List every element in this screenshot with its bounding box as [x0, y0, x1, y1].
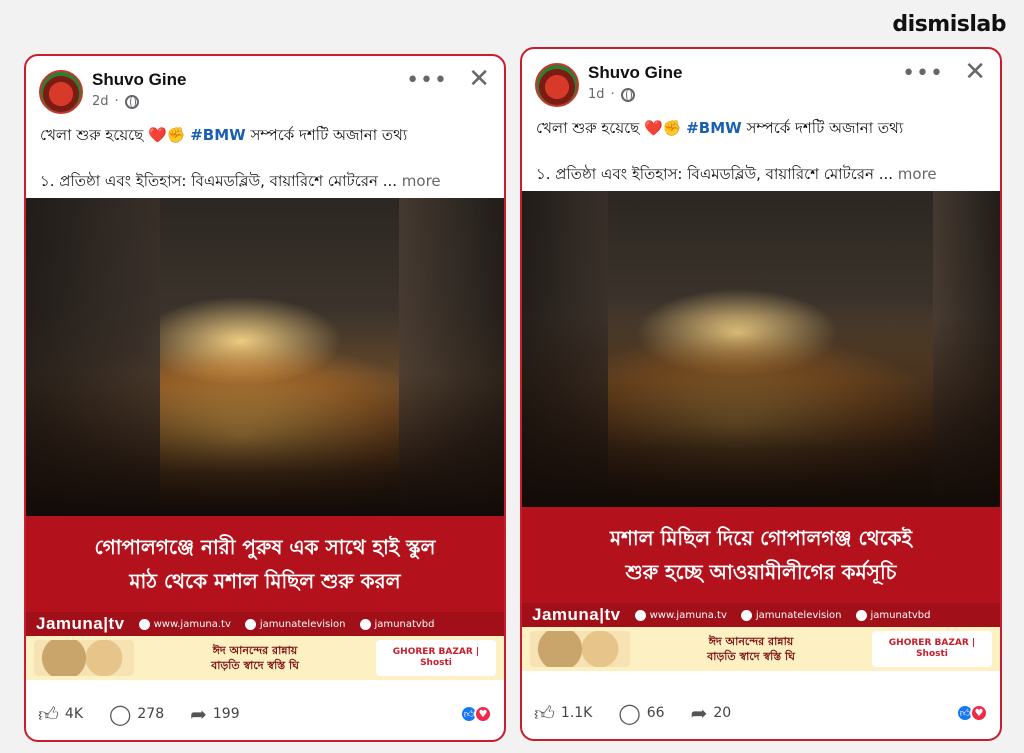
- web-icon: [138, 618, 150, 630]
- reaction-icons[interactable]: 👍︎ ♥: [956, 704, 988, 722]
- post-text-line1: খেলা শুরু হয়েছে ❤️✊ #BMW সম্পর্কে দশটি …: [536, 119, 904, 137]
- share-button[interactable]: ➦ 199: [190, 702, 240, 726]
- share-button[interactable]: ➦ 20: [691, 701, 732, 725]
- post-header: Shuvo Gine 2d · ••• ✕: [26, 56, 504, 120]
- comment-icon: ◯: [618, 701, 641, 725]
- post-header: Shuvo Gine 1d · ••• ✕: [522, 49, 1000, 113]
- time-label[interactable]: 2d: [92, 94, 109, 109]
- web-icon: [634, 609, 646, 621]
- food-image: [34, 640, 134, 676]
- post-time: 2d ·: [92, 94, 139, 109]
- post-text-line2: ১. প্রতিষ্ঠা এবং ইতিহাস: বিএমডব্লিউ, বায…: [536, 165, 937, 183]
- love-reaction-icon: ♥: [474, 705, 492, 723]
- facebook-icon: [740, 609, 752, 621]
- comment-count: 278: [137, 706, 165, 722]
- comment-button[interactable]: ◯ 66: [618, 701, 664, 725]
- hashtag-link[interactable]: #BMW: [686, 119, 741, 137]
- facebook-icon: [244, 618, 256, 630]
- more-options-icon[interactable]: •••: [902, 61, 944, 86]
- like-count: 4K: [64, 706, 83, 722]
- see-more-link[interactable]: more: [898, 165, 937, 183]
- ad-brand-logo: GHORER BAZAR | Shosti: [872, 631, 992, 667]
- news-caption: গোপালগঞ্জে নারী পুরুষ এক সাথে হাই স্কুল …: [26, 516, 504, 612]
- like-button[interactable]: 👍︎ 4K: [38, 702, 83, 727]
- comment-count: 66: [646, 705, 665, 721]
- time-label[interactable]: 1d: [588, 87, 605, 102]
- youtube-icon: [855, 609, 867, 621]
- channel-bar: Jamuna|tv www.jamuna.tv jamunatelevision…: [26, 612, 504, 636]
- post-photo[interactable]: [522, 191, 1000, 507]
- facebook-post-card: Shuvo Gine 1d · ••• ✕ খেলা শুরু হয়েছে ❤…: [520, 47, 1002, 741]
- dismislab-logo: dismislab: [892, 12, 1006, 37]
- reaction-bar: 👍︎ 4K ◯ 278 ➦ 199 👍︎ ♥: [26, 688, 504, 740]
- share-count: 20: [713, 705, 732, 721]
- thumbs-up-icon: 👍︎: [38, 701, 59, 726]
- emoji: ❤️✊: [148, 126, 186, 144]
- news-caption: মশাল মিছিল দিয়ে গোপালগঞ্জ থেকেই শুরু হচ…: [522, 507, 1000, 603]
- like-count: 1.1K: [560, 705, 593, 721]
- youtube-icon: [359, 618, 371, 630]
- author-name[interactable]: Shuvo Gine: [92, 70, 186, 90]
- ad-banner: ঈদ আনন্দের রান্নায় বাড়তি স্বাদে স্বস্ত…: [26, 636, 504, 680]
- see-more-link[interactable]: more: [402, 172, 441, 190]
- post-text-line1: খেলা শুরু হয়েছে ❤️✊ #BMW সম্পর্কে দশটি …: [40, 126, 408, 144]
- ad-banner: ঈদ আনন্দের রান্নায় বাড়তি স্বাদে স্বস্ত…: [522, 627, 1000, 671]
- close-icon[interactable]: ✕: [468, 64, 490, 94]
- globe-icon: [620, 87, 635, 102]
- share-icon: ➦: [190, 702, 207, 726]
- close-icon[interactable]: ✕: [964, 57, 986, 87]
- love-reaction-icon: ♥: [970, 704, 988, 722]
- globe-icon: [124, 94, 139, 109]
- more-options-icon[interactable]: •••: [406, 68, 448, 93]
- avatar[interactable]: [535, 63, 579, 107]
- facebook-post-card: Shuvo Gine 2d · ••• ✕ খেলা শুরু হয়েছে ❤…: [24, 54, 506, 742]
- post-text-line2: ১. প্রতিষ্ঠা এবং ইতিহাস: বিএমডব্লিউ, বায…: [40, 172, 441, 190]
- comment-icon: ◯: [109, 702, 132, 726]
- share-count: 199: [212, 706, 240, 722]
- like-button[interactable]: 👍︎ 1.1K: [534, 701, 592, 726]
- channel-bar: Jamuna|tv www.jamuna.tv jamunatelevision…: [522, 603, 1000, 627]
- avatar[interactable]: [39, 70, 83, 114]
- emoji: ❤️✊: [644, 119, 682, 137]
- jamuna-logo: Jamuna|tv: [532, 605, 621, 624]
- author-name[interactable]: Shuvo Gine: [588, 63, 682, 83]
- thumbs-up-icon: 👍︎: [534, 700, 555, 725]
- jamuna-logo: Jamuna|tv: [36, 614, 125, 633]
- comment-button[interactable]: ◯ 278: [109, 702, 164, 726]
- ad-brand-logo: GHORER BAZAR | Shosti: [376, 640, 496, 676]
- hashtag-link[interactable]: #BMW: [190, 126, 245, 144]
- share-icon: ➦: [690, 701, 708, 725]
- reaction-bar: 👍︎ 1.1K ◯ 66 ➦ 20 👍︎ ♥: [522, 687, 1000, 739]
- reaction-icons[interactable]: 👍︎ ♥: [460, 705, 492, 723]
- post-photo[interactable]: [26, 198, 504, 516]
- food-image: [530, 631, 630, 667]
- post-time: 1d ·: [588, 87, 635, 102]
